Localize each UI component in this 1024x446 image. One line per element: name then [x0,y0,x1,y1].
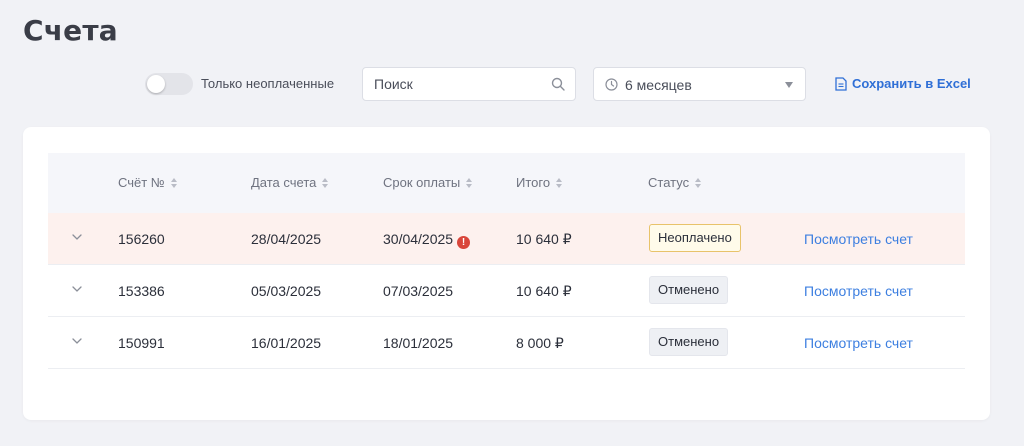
search-input[interactable] [363,68,543,100]
unpaid-only-toggle[interactable] [145,73,193,95]
view-invoice-link[interactable]: Посмотреть счет [804,335,913,351]
invoice-total: 10 640 ₽ [516,283,572,299]
invoice-number: 153386 [118,283,165,299]
column-header-status[interactable]: Статус [648,175,702,190]
export-label: Сохранить в Excel [852,76,971,91]
sort-icon [695,177,702,188]
chevron-down-icon[interactable] [72,338,82,345]
view-invoice-link[interactable]: Посмотреть счет [804,231,913,247]
invoice-number: 150991 [118,335,165,351]
invoices-card: Счёт № Дата счета Срок оплаты Итого Стат… [23,127,990,420]
invoice-date: 28/04/2025 [251,231,322,247]
sort-icon [466,177,473,188]
chevron-down-icon[interactable] [72,234,82,241]
view-invoice-link[interactable]: Посмотреть счет [804,283,913,299]
status-badge: Неоплачено [649,224,741,252]
column-header-due[interactable]: Срок оплаты [383,175,473,190]
table-row[interactable]: 156260 28/04/2025 30/04/2025! 10 640 ₽ Н… [48,213,965,265]
search-box [362,67,576,101]
unpaid-only-label: Только неоплаченные [201,76,335,91]
due-date: 07/03/2025 [383,283,454,299]
export-excel-link[interactable]: Сохранить в Excel [835,76,971,91]
status-badge: Отменено [649,276,729,304]
table-row[interactable]: 153386 05/03/2025 07/03/2025 10 640 ₽ От… [48,265,965,317]
toggle-knob [147,75,165,93]
invoice-total: 10 640 ₽ [516,231,572,247]
page-title: Счета [23,14,118,47]
table-header: Счёт № Дата счета Срок оплаты Итого Стат… [48,153,965,213]
alert-icon: ! [457,236,471,249]
caret-down-icon [785,82,793,88]
due-date-cell: 30/04/2025! [383,231,471,249]
invoice-total: 8 000 ₽ [516,335,564,351]
column-header-total[interactable]: Итого [516,175,563,190]
status-badge: Отменено [649,328,729,356]
period-select[interactable]: 6 месяцев [593,67,806,101]
toolbar: Только неоплаченные 6 месяцев Сохранить … [0,67,1024,101]
document-icon [835,76,847,91]
sort-icon [170,177,177,188]
column-header-date[interactable]: Дата счета [251,175,329,190]
chevron-down-icon[interactable] [72,286,82,293]
due-date: 30/04/2025 [383,231,454,247]
period-value: 6 месяцев [625,77,692,93]
sort-icon [556,177,563,188]
invoice-number: 156260 [118,231,165,247]
invoice-date: 16/01/2025 [251,335,322,351]
sort-icon [322,177,329,188]
clock-icon [605,78,618,91]
due-date: 18/01/2025 [383,335,454,351]
table-row[interactable]: 150991 16/01/2025 18/01/2025 8 000 ₽ Отм… [48,317,965,369]
invoices-table: Счёт № Дата счета Срок оплаты Итого Стат… [48,153,965,369]
search-icon[interactable] [551,77,565,91]
column-header-number[interactable]: Счёт № [118,175,177,190]
invoice-date: 05/03/2025 [251,283,322,299]
